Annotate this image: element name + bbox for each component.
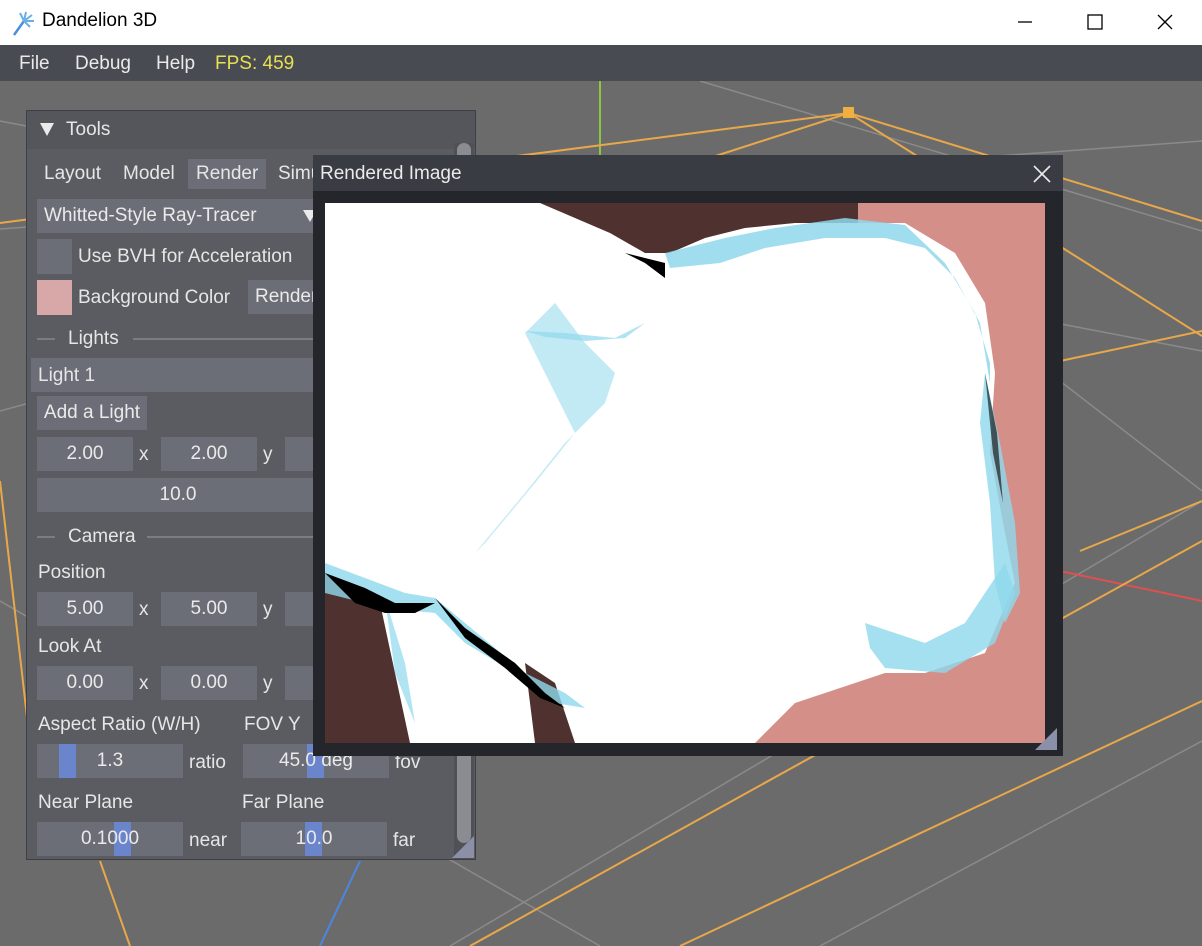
far-plane-value: 10.0 [295, 828, 333, 849]
aspect-ratio-unit: ratio [189, 752, 226, 773]
look-at-x-input[interactable]: 0.00 [37, 666, 133, 700]
slider-grab[interactable] [59, 744, 76, 778]
tools-header[interactable]: Tools [27, 111, 475, 149]
aspect-ratio-slider[interactable]: 1.3 [37, 744, 183, 778]
tab-model[interactable]: Model [115, 159, 183, 189]
collapse-triangle-icon [40, 123, 54, 136]
rendered-image-window: Rendered Image [313, 155, 1063, 756]
menu-help[interactable]: Help [156, 53, 195, 75]
light-x-input[interactable]: 2.00 [37, 437, 133, 471]
menu-file[interactable]: File [19, 53, 50, 75]
light-y-input[interactable]: 2.00 [161, 437, 257, 471]
maximize-button[interactable] [1060, 0, 1130, 45]
rendered-image [325, 203, 1045, 743]
light-y-value: 2.00 [190, 443, 228, 464]
light-x-value: 2.00 [66, 443, 104, 464]
position-y-value: 5.00 [190, 598, 228, 619]
fps-counter: FPS: 459 [215, 53, 295, 74]
close-button[interactable] [1130, 0, 1200, 45]
look-at-x-value: 0.00 [66, 672, 104, 693]
render-button-label: Render [255, 286, 318, 307]
far-plane-label: Far Plane [242, 792, 325, 813]
position-x-value: 5.00 [66, 598, 104, 619]
fov-label: FOV Y [244, 714, 301, 735]
window-titlebar: Dandelion 3D [0, 0, 1202, 45]
maximize-icon [1087, 14, 1103, 30]
near-plane-value: 0.1000 [80, 828, 140, 849]
near-plane-unit: near [189, 830, 228, 851]
light-intensity-input[interactable]: 10.0 [37, 478, 319, 512]
light-x-label: x [139, 444, 149, 465]
light-intensity-value: 10.0 [159, 484, 197, 505]
resize-grip[interactable] [1035, 728, 1057, 750]
light-1-label: Light 1 [38, 365, 96, 386]
use-bvh-checkbox[interactable] [37, 239, 72, 274]
menu-bar: File Debug Help FPS: 459 [0, 45, 1202, 81]
dandelion-icon [12, 11, 34, 36]
aspect-ratio-value: 1.3 [96, 750, 124, 771]
look-at-y-label: y [263, 673, 273, 694]
near-plane-label: Near Plane [38, 792, 134, 813]
minimize-button[interactable] [990, 0, 1060, 45]
lights-header: Lights [68, 328, 119, 349]
renderer-select[interactable]: Whitted-Style Ray-Tracer [37, 199, 317, 233]
far-plane-slider[interactable]: 10.0 [241, 822, 387, 856]
minimize-icon [1018, 21, 1032, 23]
rendered-image-title: Rendered Image [320, 163, 462, 184]
camera-header: Camera [68, 526, 136, 547]
far-plane-unit: far [393, 830, 416, 851]
renderer-select-value: Whitted-Style Ray-Tracer [44, 205, 257, 226]
tab-layout[interactable]: Layout [36, 159, 109, 189]
rendered-scene [325, 203, 1045, 743]
look-at-y-value: 0.00 [190, 672, 228, 693]
resize-grip[interactable] [452, 836, 474, 858]
separator [37, 536, 55, 538]
position-label: Position [38, 562, 106, 583]
add-light-label: Add a Light [43, 402, 141, 423]
close-icon[interactable] [1029, 161, 1055, 187]
position-x-label: x [139, 599, 149, 620]
add-light-button[interactable]: Add a Light [37, 396, 147, 430]
close-icon [1157, 14, 1173, 30]
render-button[interactable]: Render [248, 280, 318, 314]
look-at-x-label: x [139, 673, 149, 694]
look-at-y-input[interactable]: 0.00 [161, 666, 257, 700]
tab-render[interactable]: Render [188, 159, 267, 189]
light-y-label: y [263, 444, 273, 465]
tools-title: Tools [66, 119, 111, 140]
position-y-input[interactable]: 5.00 [161, 592, 257, 626]
look-at-label: Look At [38, 636, 102, 657]
background-color-label: Background Color [78, 287, 231, 308]
menu-debug[interactable]: Debug [75, 53, 131, 75]
separator [37, 338, 55, 340]
separator [147, 536, 319, 538]
position-x-input[interactable]: 5.00 [37, 592, 133, 626]
separator [133, 338, 319, 340]
aspect-ratio-label: Aspect Ratio (W/H) [38, 714, 201, 735]
near-plane-slider[interactable]: 0.1000 [37, 822, 183, 856]
position-y-label: y [263, 599, 273, 620]
background-color-swatch[interactable] [37, 280, 72, 315]
window-title: Dandelion 3D [42, 10, 158, 31]
rendered-image-titlebar[interactable]: Rendered Image [313, 155, 1063, 191]
use-bvh-label: Use BVH for Acceleration [78, 246, 293, 267]
